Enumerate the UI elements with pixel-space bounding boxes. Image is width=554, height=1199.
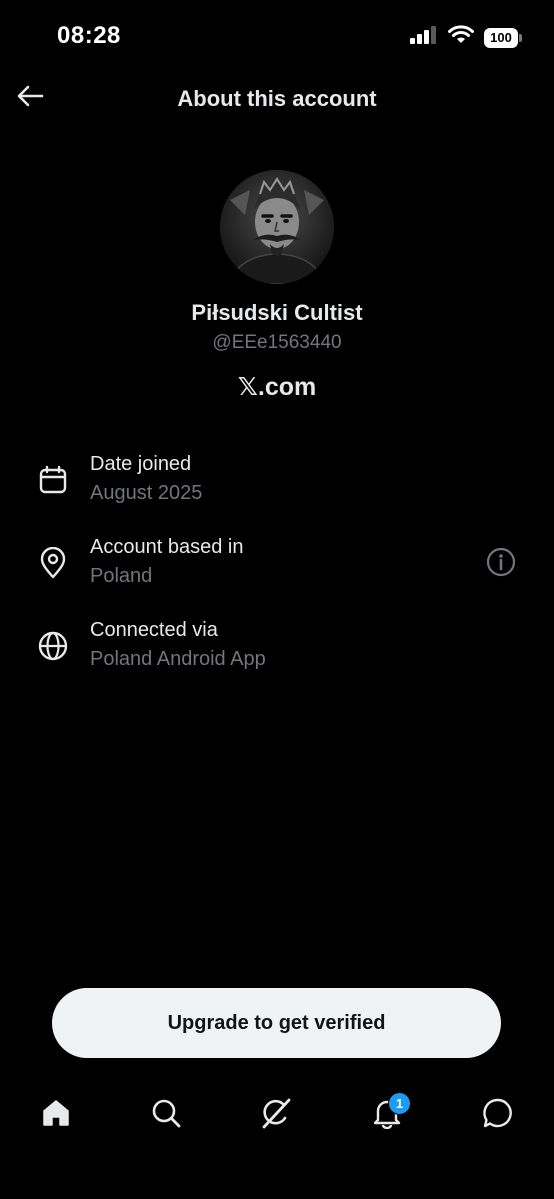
nav-home[interactable] [26,1085,86,1145]
user-handle: @EEe1563440 [212,332,342,353]
upgrade-verified-button[interactable]: Upgrade to get verified [52,988,501,1058]
status-bar: 08:28 100 [0,0,554,70]
display-name: Piłsudski Cultist [191,300,363,325]
status-time: 08:28 [57,22,121,49]
cellular-signal-icon [410,26,438,49]
calendar-icon [36,463,70,497]
info-icon[interactable] [484,545,518,579]
date-joined-label: Date joined [90,453,192,475]
nav-notifications[interactable]: 1 [357,1085,417,1145]
account-based-value: Poland [90,565,153,587]
account-based-row: Account based in Poland [0,536,554,606]
battery-level: 100 [490,30,512,45]
avatar[interactable] [220,170,334,284]
nav-grok[interactable] [246,1085,306,1145]
connected-via-value: Poland Android App [90,648,266,670]
nav-messages[interactable] [468,1085,528,1145]
header: About this account [0,74,554,124]
connected-via-row: Connected via Poland Android App [0,619,554,689]
home-icon [40,1097,72,1134]
messages-icon [482,1097,514,1134]
wifi-icon [448,25,474,50]
account-based-label: Account based in [90,536,244,558]
platform-label: 𝕏.com [237,373,317,401]
page-title: About this account [177,86,377,111]
date-joined-row: Date joined August 2025 [0,453,554,523]
date-joined-value: August 2025 [90,482,203,504]
notification-badge: 1 [388,1092,411,1115]
status-icons: 100 [410,25,522,50]
search-icon [150,1097,182,1134]
globe-icon [36,629,70,663]
connected-via-label: Connected via [90,619,218,641]
grok-icon [259,1096,293,1135]
battery-icon: 100 [484,27,522,48]
bottom-nav: 1 [0,1085,554,1145]
location-pin-icon [36,546,70,580]
nav-search[interactable] [136,1085,196,1145]
